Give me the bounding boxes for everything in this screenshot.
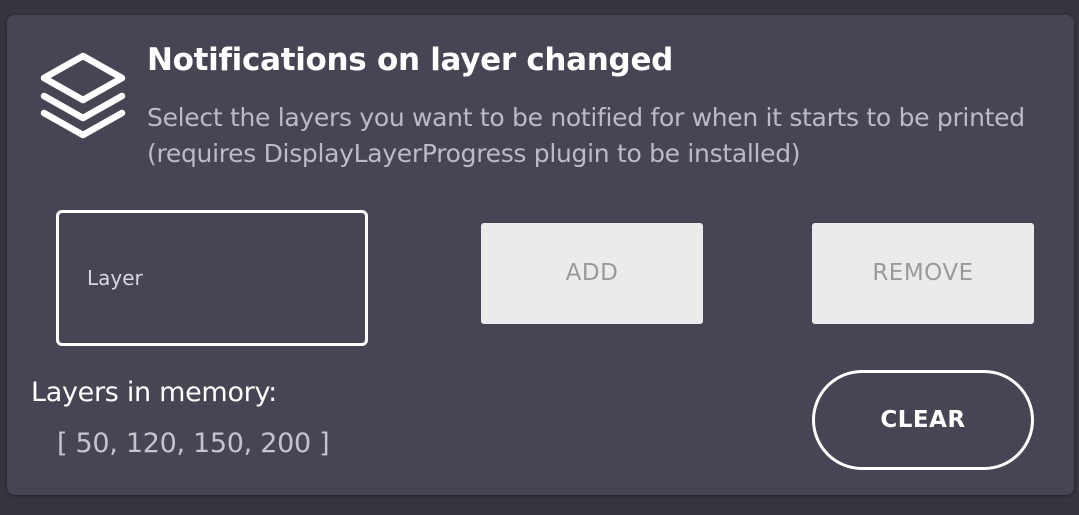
layer-field[interactable] <box>56 210 368 346</box>
layer-notifications-card: Notifications on layer changed Select th… <box>7 15 1074 495</box>
clear-button[interactable]: CLEAR <box>812 370 1034 470</box>
layer-input[interactable] <box>59 213 365 343</box>
section-description: Select the layers you want to be notifie… <box>147 103 1025 168</box>
remove-button[interactable]: REMOVE <box>812 223 1034 324</box>
layers-icon <box>38 50 128 146</box>
layers-in-memory-values: [ 50, 120, 150, 200 ] <box>57 428 330 459</box>
page-title: Notifications on layer changed <box>147 42 674 78</box>
add-button[interactable]: ADD <box>481 223 703 324</box>
layers-in-memory-label: Layers in memory: <box>31 377 277 408</box>
